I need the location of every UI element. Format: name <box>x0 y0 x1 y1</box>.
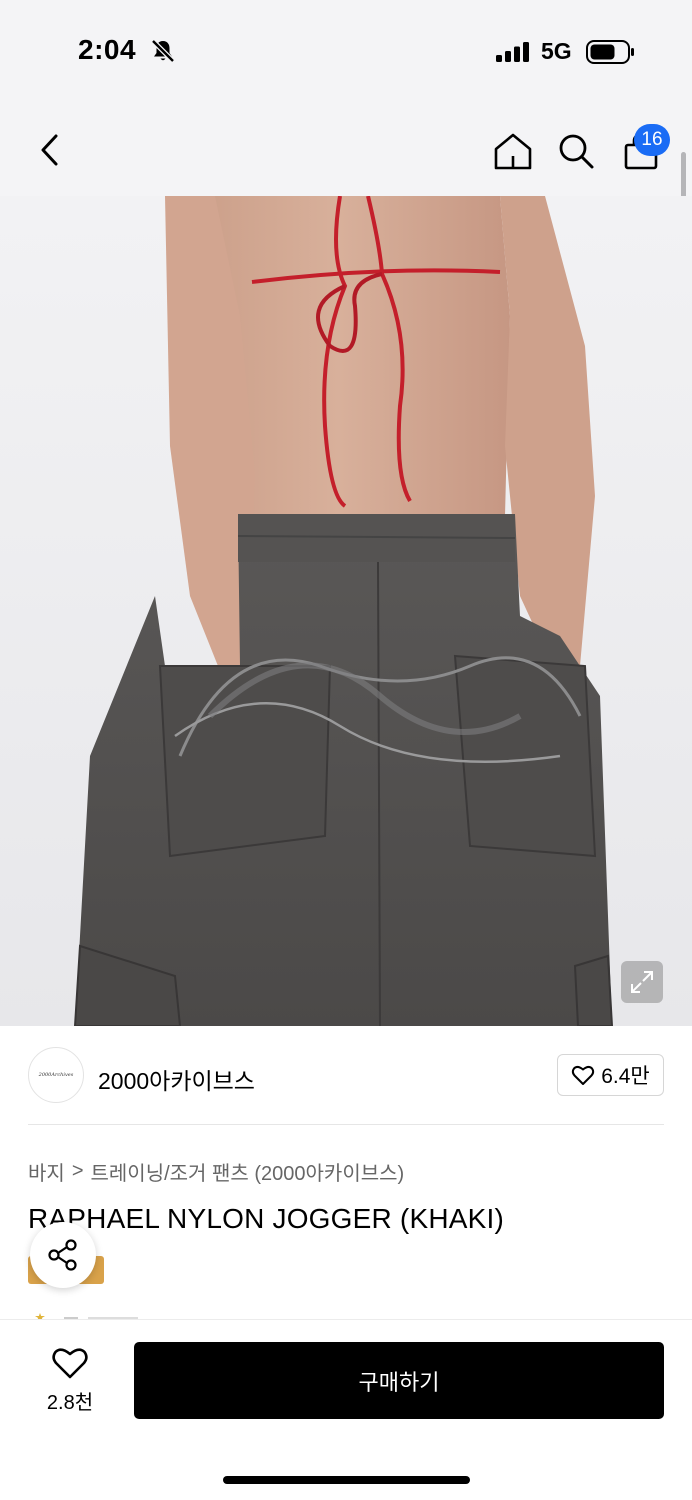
search-icon <box>559 134 594 169</box>
expand-image-button[interactable] <box>621 961 663 1003</box>
breadcrumb-separator: > <box>71 1160 84 1182</box>
wish-count: 2.8천 <box>46 1392 94 1414</box>
brand-logo-text: 2000Archives <box>38 1072 74 1078</box>
breadcrumb: 바지 > 트레이닝/조거 팬츠 (2000아카이브스) <box>28 1157 404 1186</box>
signal-icon <box>496 42 530 67</box>
chevron-left-icon <box>41 134 58 166</box>
home-icon <box>494 133 532 170</box>
share-icon <box>48 1239 77 1271</box>
brand-name[interactable]: 2000아카이브스 <box>98 1062 255 1096</box>
network-label: 5G <box>541 38 572 64</box>
breadcrumb-subcategory[interactable]: 트레이닝/조거 팬츠 (2000아카이브스) <box>91 1157 405 1186</box>
product-photo-illustration <box>0 196 692 1026</box>
divider <box>28 1124 664 1125</box>
cart-count-badge: 16 <box>634 124 670 156</box>
expand-icon <box>631 971 653 993</box>
heart-icon <box>572 1066 595 1085</box>
status-time: 2:04 <box>78 34 137 65</box>
battery-icon <box>586 40 636 69</box>
home-button[interactable] <box>490 128 536 174</box>
rating-row-peek <box>28 1310 188 1320</box>
bottom-action-bar: 2.8천 구매하기 <box>0 1320 692 1500</box>
product-image[interactable] <box>0 196 692 1026</box>
brand-row: 2000Archives 2000아카이브스 6.4만 <box>0 1026 692 1126</box>
search-button[interactable] <box>553 128 599 174</box>
heart-icon <box>52 1348 88 1379</box>
home-indicator[interactable] <box>223 1476 470 1484</box>
product-title: RAPHAEL NYLON JOGGER (KHAKI) <box>28 1203 504 1234</box>
buy-button[interactable]: 구매하기 <box>134 1342 664 1419</box>
nav-bar <box>0 100 692 196</box>
wish-button[interactable]: 2.8천 <box>34 1346 106 1420</box>
brand-like-button[interactable]: 6.4만 <box>557 1054 664 1096</box>
share-button[interactable] <box>30 1222 96 1288</box>
back-button[interactable] <box>30 128 70 172</box>
bell-muted-icon <box>150 38 176 69</box>
status-bar: 2:04 5G <box>0 0 692 100</box>
breadcrumb-category[interactable]: 바지 <box>28 1157 65 1186</box>
brand-like-count: 6.4만 <box>601 1065 650 1088</box>
brand-logo[interactable]: 2000Archives <box>28 1047 84 1103</box>
